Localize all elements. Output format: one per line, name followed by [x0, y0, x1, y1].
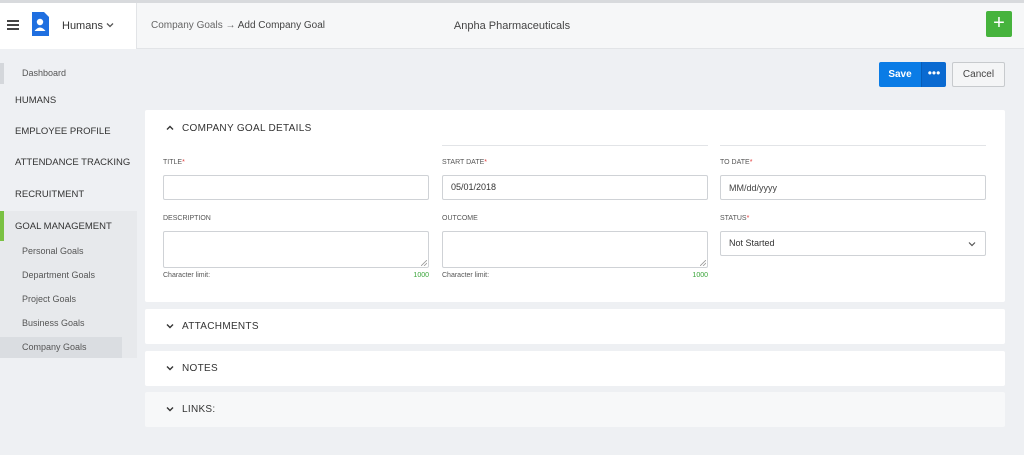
status-selected-value: Not Started	[729, 238, 775, 248]
breadcrumb-separator: →	[225, 20, 236, 31]
links-section[interactable]: LINKS:	[145, 392, 1005, 427]
sidebar-item-dashboard[interactable]: Dashboard	[0, 63, 122, 84]
divider-start	[442, 145, 708, 146]
sidebar-section-humans[interactable]: HUMANS	[0, 95, 137, 106]
outcome-char-limit-label: Character limit:	[442, 272, 490, 279]
module-selector[interactable]: Humans	[62, 20, 103, 32]
hamburger-menu-icon[interactable]	[7, 20, 19, 30]
brand-area: Humans	[0, 3, 137, 49]
outcome-char-limit-count: 1000	[692, 272, 708, 279]
description-textarea[interactable]	[163, 231, 429, 268]
title-label: TITLE*	[163, 159, 185, 166]
notes-section[interactable]: NOTES	[145, 351, 1005, 386]
more-options-button[interactable]: •••	[921, 62, 946, 87]
breadcrumb-current: Add Company Goal	[237, 20, 325, 31]
chevron-down-icon[interactable]	[165, 404, 175, 414]
sidebar-item-project-goals[interactable]: Project Goals	[0, 289, 122, 310]
divider-to	[720, 145, 986, 146]
resize-handle-icon[interactable]	[700, 260, 706, 266]
notes-heading[interactable]: NOTES	[182, 363, 218, 374]
sidebar-item-personal-goals[interactable]: Personal Goals	[0, 241, 122, 262]
sidebar-section-employee-profile[interactable]: EMPLOYEE PROFILE	[0, 126, 137, 137]
breadcrumb-parent-link[interactable]: Company Goals	[151, 20, 223, 31]
attachments-section[interactable]: ATTACHMENTS	[145, 309, 1005, 344]
resize-handle-icon[interactable]	[421, 260, 427, 266]
start-date-input[interactable]: 05/01/2018	[442, 175, 708, 200]
plus-icon: +	[993, 12, 1005, 34]
save-button[interactable]: Save	[879, 62, 921, 87]
chevron-up-icon[interactable]	[165, 123, 175, 133]
start-date-label: START DATE*	[442, 159, 488, 166]
goal-details-heading[interactable]: COMPANY GOAL DETAILS	[182, 123, 312, 134]
sidebar-item-company-goals[interactable]: Company Goals	[0, 337, 122, 358]
outcome-label: OUTCOME	[442, 215, 478, 222]
cancel-button[interactable]: Cancel	[952, 62, 1005, 87]
top-bar: Humans Company Goals → Add Company Goal …	[0, 3, 1024, 49]
chevron-down-icon	[968, 242, 976, 247]
sidebar-item-department-goals[interactable]: Department Goals	[0, 265, 122, 286]
chevron-down-icon[interactable]	[165, 321, 175, 331]
title-input[interactable]	[163, 175, 429, 200]
to-date-label: TO DATE*	[720, 159, 753, 166]
attachments-heading[interactable]: ATTACHMENTS	[182, 321, 259, 332]
chevron-down-icon[interactable]	[165, 363, 175, 373]
status-label: STATUS*	[720, 215, 750, 222]
sidebar: Dashboard HUMANS EMPLOYEE PROFILE ATTEND…	[0, 50, 137, 455]
app-logo-icon	[32, 12, 49, 36]
status-select[interactable]: Not Started	[720, 231, 986, 256]
links-heading[interactable]: LINKS:	[182, 404, 215, 415]
outcome-textarea[interactable]	[442, 231, 708, 268]
to-date-input[interactable]	[720, 175, 986, 200]
add-new-button[interactable]: +	[986, 11, 1012, 37]
chevron-down-icon[interactable]	[105, 20, 115, 30]
sidebar-section-goal-management[interactable]: GOAL MANAGEMENT	[0, 221, 137, 232]
description-label: DESCRIPTION	[163, 215, 211, 222]
description-char-limit-count: 1000	[413, 272, 429, 279]
sidebar-section-recruitment[interactable]: RECRUITMENT	[0, 189, 137, 200]
sidebar-item-business-goals[interactable]: Business Goals	[0, 313, 122, 334]
sidebar-section-attendance-tracking[interactable]: ATTENDANCE TRACKING	[0, 157, 137, 168]
description-char-limit-label: Character limit:	[163, 272, 211, 279]
breadcrumb: Company Goals → Add Company Goal	[151, 20, 325, 31]
goal-details-card: COMPANY GOAL DETAILS TITLE* START DATE* …	[145, 110, 1005, 302]
